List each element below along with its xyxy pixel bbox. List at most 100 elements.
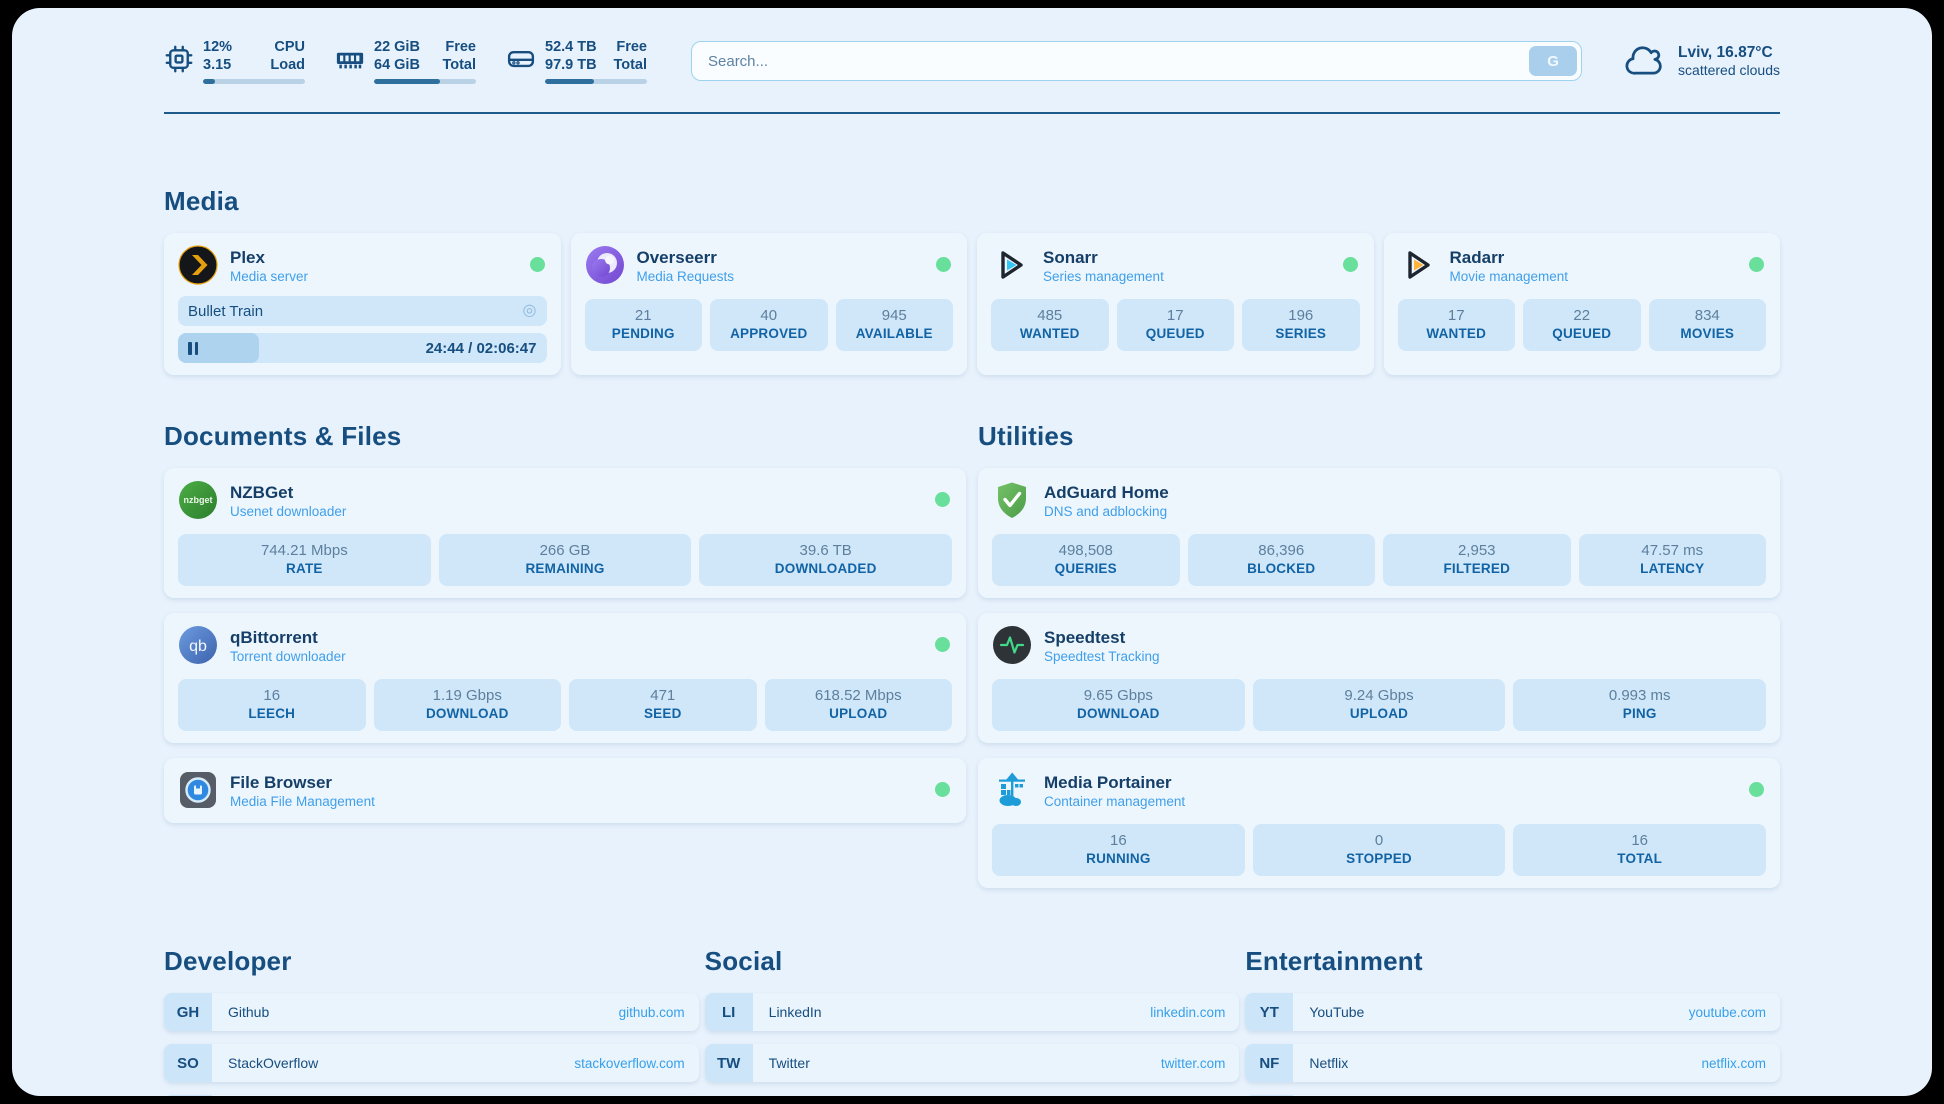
bookmark-url[interactable]: youtube.com (1689, 1005, 1766, 1020)
stat-label: RUNNING (996, 850, 1241, 868)
stat-latency: 47.57 msLATENCY (1579, 534, 1767, 586)
cpu-progress-fill (203, 79, 215, 84)
bookmark-abbr: TW (705, 1044, 753, 1082)
bookmark-netflix[interactable]: NF Netflix netflix.com (1245, 1044, 1780, 1082)
app-name: Plex (230, 245, 308, 268)
status-online-dot (935, 782, 950, 797)
pause-icon[interactable] (188, 342, 198, 355)
bookmark-abbr: DT (164, 1095, 212, 1096)
app-card-speedtest[interactable]: Speedtest Speedtest Tracking 9.65 GbpsDO… (978, 613, 1780, 743)
bookmark-url[interactable]: twitter.com (1161, 1056, 1226, 1071)
app-card-filebrowser[interactable]: File Browser Media File Management (164, 758, 966, 823)
app-card-radarr[interactable]: Radarr Movie management 17WANTED 22QUEUE… (1384, 233, 1781, 375)
disk-free: 52.4 TB (545, 38, 597, 56)
bookmark-url[interactable]: linkedin.com (1150, 1005, 1225, 1020)
stat-value: 744.21 Mbps (182, 541, 427, 560)
app-name: AdGuard Home (1044, 480, 1169, 503)
stat-label: AVAILABLE (840, 325, 950, 343)
ram-label-1: Free (445, 38, 476, 56)
stat-rate: 744.21 MbpsRATE (178, 534, 431, 586)
stat-value: 196 (1246, 306, 1356, 325)
cpu-stat: 12%CPU 3.15Load (164, 38, 305, 84)
stat-wanted: 17WANTED (1398, 299, 1516, 351)
app-card-sonarr[interactable]: Sonarr Series management 485WANTED 17QUE… (977, 233, 1374, 375)
app-subtitle: Series management (1043, 268, 1164, 286)
bookmark-reddit[interactable]: RE Reddit reddit.com (1245, 1095, 1780, 1096)
app-subtitle: Speedtest Tracking (1044, 648, 1160, 666)
weather-location-temp: Lviv, 16.87°C (1678, 44, 1780, 62)
stat-value: 17 (1121, 306, 1231, 325)
stat-label: QUERIES (996, 560, 1176, 578)
stat-queries: 498,508QUERIES (992, 534, 1180, 586)
playback-progress-bar[interactable]: 24:44 / 02:06:47 (178, 333, 547, 363)
app-card-portainer[interactable]: Media Portainer Container management 16R… (978, 758, 1780, 888)
stat-label: MOVIES (1653, 325, 1763, 343)
bookmark-abbr: NF (1245, 1044, 1293, 1082)
bookmark-abbr: YT (1245, 993, 1293, 1031)
search-input[interactable] (691, 41, 1582, 81)
svg-text:nzbget: nzbget (184, 495, 213, 505)
status-online-dot (530, 257, 545, 272)
search-engine-button[interactable]: G (1529, 46, 1577, 76)
stat-value: 9.65 Gbps (996, 686, 1241, 705)
stat-value: 40 (714, 306, 824, 325)
bookmark-twitter[interactable]: TW Twitter twitter.com (705, 1044, 1240, 1082)
bookmark-linkedin[interactable]: LI LinkedIn linkedin.com (705, 993, 1240, 1031)
stat-series: 196SERIES (1242, 299, 1360, 351)
stat-label: REMAINING (443, 560, 688, 578)
bookmark-name: Github (228, 1004, 619, 1020)
section-title-entertainment: Entertainment (1245, 946, 1780, 977)
stat-leech: 16LEECH (178, 679, 366, 731)
stat-value: 21 (589, 306, 699, 325)
bookmark-abbr: SO (164, 1044, 212, 1082)
app-card-qbittorrent[interactable]: qb qBittorrent Torrent downloader 16LEEC… (164, 613, 966, 743)
radarr-icon (1398, 245, 1438, 285)
cpu-label-2: Load (270, 56, 305, 74)
bookmark-stackoverflow[interactable]: SO StackOverflow stackoverflow.com (164, 1044, 699, 1082)
header-divider (164, 112, 1780, 114)
stat-blocked: 86,396BLOCKED (1188, 534, 1376, 586)
app-card-adguard[interactable]: AdGuard Home DNS and adblocking 498,508Q… (978, 468, 1780, 598)
bookmark-name: YouTube (1309, 1004, 1688, 1020)
bookmark-dev[interactable]: DT DEV dev.to (164, 1095, 699, 1096)
app-card-nzbget[interactable]: nzbget NZBGet Usenet downloader 744.21 M… (164, 468, 966, 598)
bookmark-abbr: LI (705, 993, 753, 1031)
disk-progress-track (545, 79, 647, 84)
bookmark-github[interactable]: GH Github github.com (164, 993, 699, 1031)
section-title-utilities: Utilities (978, 421, 1780, 452)
app-subtitle: DNS and adblocking (1044, 503, 1169, 521)
status-online-dot (1749, 257, 1764, 272)
status-online-dot (935, 492, 950, 507)
app-card-overseerr[interactable]: Overseerr Media Requests 21PENDING 40APP… (571, 233, 968, 375)
stat-label: DOWNLOAD (378, 705, 558, 723)
bookmark-name: Twitter (769, 1055, 1161, 1071)
stat-label: PING (1517, 705, 1762, 723)
now-playing-title: Bullet Train (188, 303, 523, 320)
stat-label: PENDING (589, 325, 699, 343)
bookmark-url[interactable]: stackoverflow.com (574, 1056, 684, 1071)
bookmark-youtube[interactable]: YT YouTube youtube.com (1245, 993, 1780, 1031)
stat-label: TOTAL (1517, 850, 1762, 868)
app-name: Sonarr (1043, 245, 1164, 268)
overseerr-icon (585, 245, 625, 285)
stat-value: 498,508 (996, 541, 1176, 560)
app-card-plex[interactable]: Plex Media server Bullet Train ◎ 24:44 /… (164, 233, 561, 375)
svg-text:qb: qb (189, 638, 207, 655)
session-camera-icon: ◎ (523, 303, 537, 319)
stat-label: LEECH (182, 705, 362, 723)
now-playing-row: Bullet Train ◎ (178, 296, 547, 326)
section-title-media: Media (164, 186, 1780, 217)
app-subtitle: Usenet downloader (230, 503, 346, 521)
stat-label: SERIES (1246, 325, 1356, 343)
stat-running: 16RUNNING (992, 824, 1245, 876)
status-online-dot (1749, 782, 1764, 797)
bookmark-url[interactable]: netflix.com (1701, 1056, 1766, 1071)
stat-value: 16 (1517, 831, 1762, 850)
cpu-label-1: CPU (274, 38, 305, 56)
app-name: NZBGet (230, 480, 346, 503)
stat-label: UPLOAD (1257, 705, 1502, 723)
stat-value: 16 (996, 831, 1241, 850)
disk-label-2: Total (613, 56, 647, 74)
nzbget-icon: nzbget (178, 480, 218, 520)
bookmark-url[interactable]: github.com (619, 1005, 685, 1020)
